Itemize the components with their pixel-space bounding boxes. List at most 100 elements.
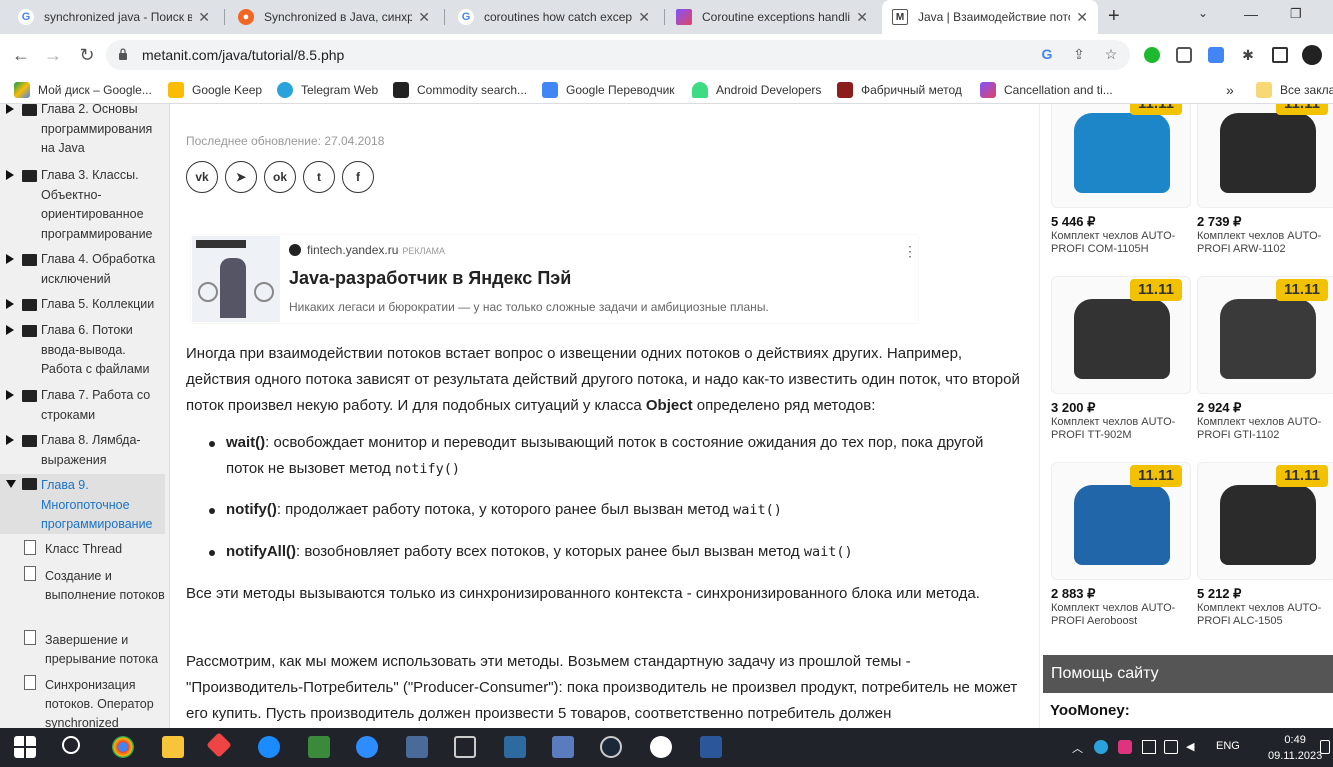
telegram-icon[interactable]: ➤ [225, 161, 257, 193]
expand-triangle-icon[interactable] [6, 170, 14, 180]
ad-banner[interactable]: fintech.yandex.ru РЕКЛАМА Java-разработчи… [191, 235, 918, 323]
android-studio-icon[interactable] [308, 736, 330, 758]
git-icon[interactable] [206, 732, 232, 758]
zoom-icon[interactable] [356, 736, 378, 758]
expand-triangle-icon[interactable] [6, 299, 14, 309]
back-icon[interactable]: ← [8, 42, 34, 68]
tab-title: synchronized java - Поиск в [44, 10, 193, 24]
product-card[interactable]: 11.11 2 739 ₽ Комплект чехлов AUTO-PROFI… [1197, 104, 1333, 256]
new-tab-button[interactable]: + [1108, 5, 1120, 28]
product-card[interactable]: 11.11 2 883 ₽ Комплект чехлов AUTO-PROFI… [1051, 462, 1191, 628]
star-icon[interactable]: ☆ [1102, 46, 1120, 64]
folder-icon [22, 254, 37, 266]
product-card[interactable]: 11.11 5 446 ₽ Комплект чехлов AUTO-PROFI… [1051, 104, 1191, 256]
bookmark-item[interactable]: Google Keep [168, 82, 262, 98]
more-options-icon[interactable]: ⋮ [903, 243, 917, 260]
tray-app-icon[interactable] [1118, 740, 1132, 754]
show-hidden-icons[interactable]: ︿ [1072, 740, 1086, 755]
odnoklassniki-icon[interactable]: ok [264, 161, 296, 193]
time: 0:49 [1284, 734, 1306, 746]
more-bookmarks-icon[interactable]: » [1226, 82, 1234, 98]
yoomoney-label: YooMoney: [1050, 702, 1130, 719]
bookmark-item[interactable]: Мой диск – Google... [14, 82, 152, 98]
google-lens-icon[interactable]: G [1038, 46, 1056, 64]
product-price: 2 883 ₽ [1051, 586, 1096, 601]
bookmark-label: Google Переводчик [566, 83, 675, 97]
product-image: 11.11 [1051, 462, 1191, 580]
chrome-icon[interactable] [112, 736, 134, 758]
tab-5-active[interactable]: M Java | Взаимодействие пото ✕ [882, 0, 1098, 34]
vk-icon[interactable]: vk [186, 161, 218, 193]
expand-triangle-icon[interactable] [6, 254, 14, 264]
sidepanel-icon[interactable] [1272, 47, 1288, 63]
list-item: wait(): освобождает монитор и переводит … [226, 430, 1006, 482]
bookmark-item[interactable]: Telegram Web [277, 82, 378, 98]
shield-icon[interactable] [1176, 47, 1192, 63]
clock[interactable]: 0:49 09.11.2023 [1268, 732, 1322, 764]
teamviewer-icon[interactable] [258, 736, 280, 758]
chapter-label: Глава 7. Работа со строками [41, 388, 151, 422]
expand-triangle-icon[interactable] [6, 325, 14, 335]
sidebar-chapter-9[interactable]: Глава 9. Многопоточное программирование [0, 474, 165, 534]
bookmark-item[interactable]: Cancellation and ti... [980, 82, 1113, 98]
bookmark-item[interactable]: Android Developers [692, 82, 821, 98]
search-icon[interactable] [62, 736, 80, 754]
close-icon[interactable]: ✕ [418, 9, 430, 26]
seat-cover-image [1220, 299, 1316, 379]
close-icon[interactable]: ✕ [856, 9, 868, 26]
telegram-tray-icon[interactable] [1094, 740, 1108, 754]
tab-4[interactable]: Coroutine exceptions handli ✕ [666, 0, 878, 34]
restore-icon[interactable]: ❐ [1290, 6, 1302, 22]
telegram-icon [277, 82, 293, 98]
product-card[interactable]: 11.11 2 924 ₽ Комплект чехлов AUTO-PROFI… [1197, 276, 1333, 442]
extension-green-icon[interactable] [1144, 47, 1160, 63]
paragraph: Рассмотрим, как мы можем использовать эт… [186, 653, 1018, 722]
close-icon[interactable]: ✕ [638, 9, 650, 26]
minimize-icon[interactable]: — [1244, 6, 1258, 22]
yandex-icon [289, 244, 301, 256]
language-indicator[interactable]: ENG [1216, 740, 1240, 752]
expand-triangle-icon[interactable] [6, 390, 14, 400]
method-name: notifyAll() [226, 543, 296, 560]
bookmark-item[interactable]: Google Переводчик [542, 82, 675, 98]
app-icon[interactable] [504, 736, 526, 758]
collapse-triangle-icon[interactable] [6, 480, 16, 488]
monitor-icon[interactable] [1142, 740, 1156, 754]
windows-start-icon[interactable] [14, 736, 36, 758]
vpn-lock-icon[interactable] [454, 736, 476, 758]
sale-badge: 11.11 [1276, 104, 1328, 115]
volume-icon[interactable]: ◀ [1186, 740, 1200, 754]
share-icon[interactable]: ⇪ [1070, 46, 1088, 64]
address-bar[interactable]: metanit.com/java/tutorial/8.5.php G ⇪ ☆ [106, 40, 1130, 70]
tab-1[interactable]: G synchronized java - Поиск в ✕ [8, 0, 220, 34]
translate-icon[interactable] [1208, 47, 1224, 63]
forward-icon[interactable]: → [40, 42, 66, 68]
extensions-puzzle-icon[interactable]: ✱ [1240, 47, 1256, 63]
notifications-icon[interactable] [1320, 740, 1330, 754]
steam-icon[interactable] [600, 736, 622, 758]
tab-3[interactable]: G coroutines how catch except ✕ [448, 0, 660, 34]
tab-2[interactable]: ● Synchronized в Java, синхро ✕ [228, 0, 440, 34]
save-app-icon[interactable] [406, 736, 428, 758]
tab-search-icon[interactable]: ⌄ [1198, 6, 1208, 20]
all-bookmarks-folder[interactable]: Все заклад [1256, 82, 1333, 98]
file-explorer-icon[interactable] [162, 736, 184, 758]
reload-icon[interactable]: ↻ [74, 42, 100, 68]
twitter-icon[interactable]: t [303, 161, 335, 193]
bookmark-item[interactable]: Commodity search... [393, 82, 527, 98]
tab-divider [664, 9, 665, 25]
product-card[interactable]: 11.11 3 200 ₽ Комплект чехлов AUTO-PROFI… [1051, 276, 1191, 442]
close-icon[interactable]: ✕ [1076, 9, 1088, 26]
facebook-icon[interactable]: f [342, 161, 374, 193]
remote-desktop-icon[interactable] [552, 736, 574, 758]
product-card[interactable]: 11.11 5 212 ₽ Комплект чехлов AUTO-PROFI… [1197, 462, 1333, 628]
ad-title[interactable]: Java-разработчик в Яндекс Пэй [289, 268, 571, 289]
avatar[interactable] [1302, 45, 1322, 65]
close-icon[interactable]: ✕ [198, 9, 210, 26]
expand-triangle-icon[interactable] [6, 104, 14, 114]
word-icon[interactable] [700, 736, 722, 758]
bookmark-item[interactable]: Фабричный метод [837, 82, 962, 98]
app-a-icon[interactable] [650, 736, 672, 758]
expand-triangle-icon[interactable] [6, 435, 14, 445]
chat-icon[interactable] [1164, 740, 1178, 754]
